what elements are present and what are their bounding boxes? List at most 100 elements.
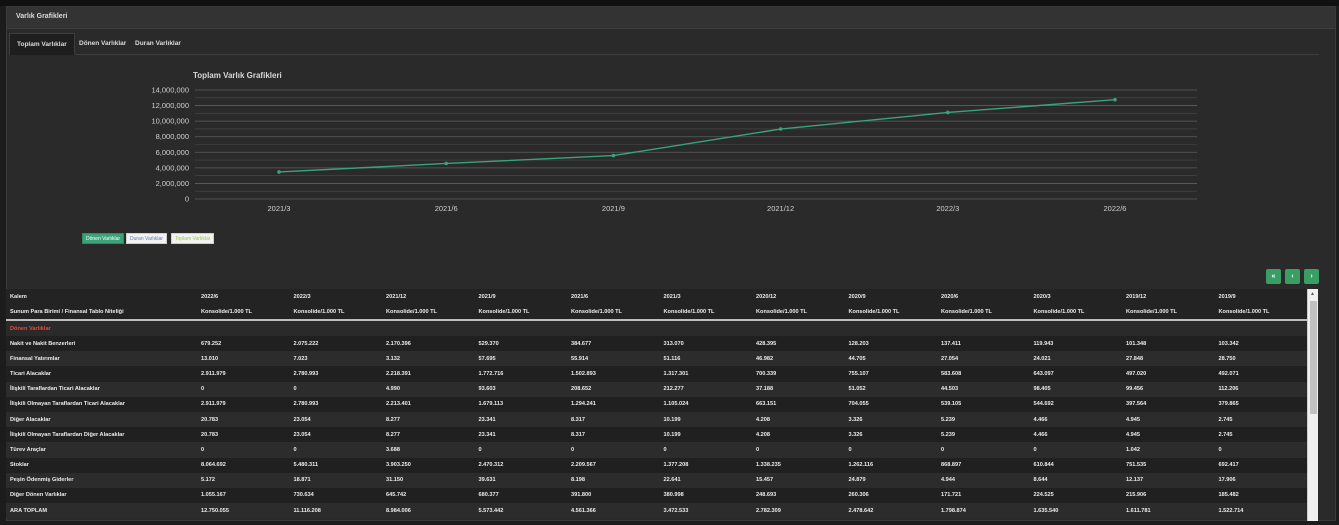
row-value: 3.326 bbox=[844, 427, 937, 443]
row-label: ARA TOPLAM bbox=[6, 503, 197, 519]
row-value: 7.023 bbox=[289, 351, 382, 367]
period-header: 2021/9 bbox=[474, 289, 567, 304]
pagination-prev-button[interactable]: ‹ bbox=[1285, 269, 1300, 284]
legend-total-assets-button[interactable]: Toplam Varlıklar bbox=[171, 233, 215, 244]
row-label: Nakit ve Nakit Benzerleri bbox=[6, 336, 197, 352]
data-point[interactable] bbox=[946, 110, 950, 115]
row-value: 12.750.055 bbox=[197, 503, 290, 519]
row-value: 2.780.993 bbox=[289, 396, 382, 412]
balance-sheet-table-wrap: Kalem 2022/6 2022/3 2021/12 2021/9 2021/6 202… bbox=[6, 289, 1307, 521]
row-value: 119.943 bbox=[1029, 336, 1122, 352]
row-value: 539.105 bbox=[937, 396, 1030, 412]
row-value: 1.262.116 bbox=[844, 457, 937, 473]
row-value: 112.206 bbox=[1214, 381, 1307, 397]
x-tick-label: 2022/6 bbox=[1104, 204, 1127, 213]
row-label: Türev Araçlar bbox=[6, 442, 197, 458]
chart-grid bbox=[195, 89, 1197, 200]
data-point[interactable] bbox=[778, 127, 783, 131]
row-label: İlişkili Olmayan Taraflardan Ticari Alac… bbox=[6, 396, 197, 412]
pagination-first-button[interactable]: « bbox=[1266, 269, 1281, 284]
data-point[interactable] bbox=[1113, 97, 1117, 102]
data-point[interactable] bbox=[277, 170, 281, 174]
row-value: 4.466 bbox=[1029, 411, 1122, 428]
row-value: 44.503 bbox=[937, 381, 1030, 397]
x-tick-label: 2021/12 bbox=[767, 204, 794, 213]
row-value: 2.218.391 bbox=[382, 366, 475, 382]
legend-non-current-assets-button[interactable]: Duran Varlıklar bbox=[126, 233, 167, 244]
row-value: 3.688 bbox=[382, 442, 475, 458]
row-value: 37.188 bbox=[752, 381, 845, 397]
row-value: 208.652 bbox=[567, 381, 660, 397]
row-label: Diğer Dönen Varlıklar bbox=[6, 487, 197, 504]
period-header: 2022/3 bbox=[289, 289, 382, 304]
row-value: 3.472.533 bbox=[659, 503, 752, 519]
series-line bbox=[278, 99, 1116, 173]
row-value: 2.209.567 bbox=[567, 457, 660, 473]
row-value: 27.054 bbox=[937, 351, 1030, 367]
row-value: 24.879 bbox=[844, 472, 937, 488]
basis-header: Konsolide/1.000 TL bbox=[1029, 304, 1122, 321]
row-value: 751.535 bbox=[1122, 457, 1215, 473]
scroll-up-icon[interactable]: ▲ bbox=[1310, 291, 1315, 297]
row-value: 2.075.222 bbox=[289, 336, 382, 352]
row-value: 2.470.312 bbox=[474, 457, 567, 473]
subheader-label: Sunum Para Birimi / Finansal Tablo Nitel… bbox=[6, 304, 197, 321]
row-value: 583.608 bbox=[937, 366, 1030, 382]
row-value: 15.457 bbox=[752, 472, 845, 488]
scroll-thumb[interactable] bbox=[1310, 301, 1317, 414]
x-tick-label: 2021/9 bbox=[602, 204, 625, 213]
row-value: 212.277 bbox=[659, 381, 752, 397]
data-point[interactable] bbox=[444, 161, 449, 166]
row-value: 128.203 bbox=[844, 336, 937, 352]
basis-header: Konsolide/1.000 TL bbox=[659, 304, 752, 321]
row-value: 98.405 bbox=[1029, 381, 1122, 397]
row-value: 8.317 bbox=[567, 427, 660, 443]
row-value: 17.906 bbox=[1214, 472, 1307, 488]
row-value: 1.377.208 bbox=[659, 457, 752, 473]
row-value: 529.370 bbox=[474, 336, 567, 352]
row-value: 51.116 bbox=[659, 351, 752, 367]
row-value: 0 bbox=[197, 442, 290, 458]
x-tick-label: 2021/6 bbox=[435, 204, 458, 213]
row-value: 2.478.642 bbox=[844, 503, 937, 519]
table-subheader-row: Sunum Para Birimi / Finansal Tablo Nitel… bbox=[6, 304, 1307, 321]
row-value: 497.020 bbox=[1122, 366, 1215, 382]
row-value: 248.693 bbox=[752, 487, 845, 504]
section-row: Dönen Varlıklar bbox=[6, 320, 1307, 336]
row-value: 2.782.309 bbox=[752, 503, 845, 519]
table-header-row: Kalem 2022/6 2022/3 2021/12 2021/9 2021/6 202… bbox=[6, 289, 1307, 304]
row-value: 20.783 bbox=[197, 427, 290, 443]
row-value: 23.341 bbox=[474, 411, 567, 428]
row-value: 0 bbox=[844, 442, 937, 458]
pagination-next-button[interactable]: › bbox=[1304, 269, 1319, 284]
row-label: İlişkili Olmayan Taraflardan Diğer Alaca… bbox=[6, 427, 197, 443]
row-value: 730.634 bbox=[289, 487, 382, 504]
row-value: 10.199 bbox=[659, 427, 752, 443]
table-scrollbar[interactable]: ▲ bbox=[1307, 289, 1318, 521]
row-value: 384.677 bbox=[567, 336, 660, 352]
row-value: 55.914 bbox=[567, 351, 660, 367]
data-point[interactable] bbox=[611, 153, 616, 158]
row-value: 4.466 bbox=[1029, 427, 1122, 443]
row-value: 0 bbox=[937, 442, 1030, 458]
row-value: 8.644 bbox=[1029, 472, 1122, 488]
row-value: 868.897 bbox=[937, 457, 1030, 473]
chart-title: Toplam Varlık Grafikleri bbox=[193, 71, 282, 80]
period-header: 2021/3 bbox=[659, 289, 752, 304]
row-value: 171.721 bbox=[937, 487, 1030, 504]
row-value: 0 bbox=[289, 442, 382, 458]
row-value: 428.395 bbox=[752, 336, 845, 352]
row-value: 215.906 bbox=[1122, 487, 1215, 504]
row-value: 93.603 bbox=[474, 381, 567, 397]
row-value: 5.239 bbox=[937, 411, 1030, 428]
y-axis-ticks: 0 2,000,000 4,000,000 6,000,000 8,000,000 10,… bbox=[151, 86, 189, 204]
legend-current-assets-button[interactable]: Dönen Varlıklar bbox=[82, 233, 125, 244]
row-value: 4.561.366 bbox=[567, 503, 660, 519]
table-row: Peşin Ödenmiş Giderler 5.172 18.871 31.150 3… bbox=[6, 472, 1307, 488]
row-value: 1.522.714 bbox=[1214, 503, 1307, 519]
row-value: 1.798.874 bbox=[937, 503, 1030, 519]
row-value: 2.780.993 bbox=[289, 366, 382, 382]
section-label: Dönen Varlıklar bbox=[6, 320, 1307, 336]
row-value: 24.021 bbox=[1029, 351, 1122, 367]
row-value: 313.070 bbox=[659, 336, 752, 352]
